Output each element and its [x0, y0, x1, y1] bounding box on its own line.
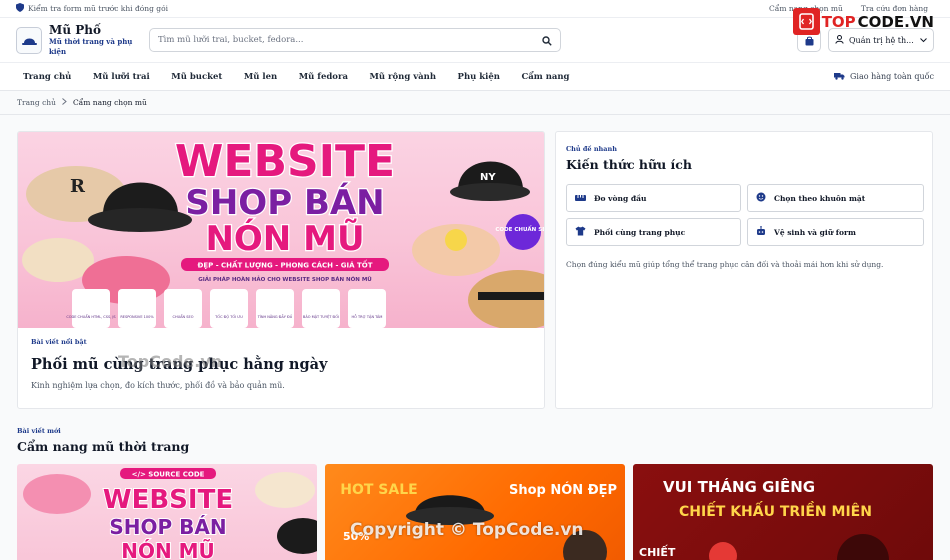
featured-title[interactable]: Phối mũ cùng trang phục hằng ngày — [31, 356, 531, 373]
topic-cleaning[interactable]: Vệ sinh và giữ form — [747, 218, 924, 246]
watermark-copyright: Copyright © TopCode.vn — [350, 520, 584, 540]
search-icon[interactable] — [542, 31, 552, 50]
brand[interactable]: Mũ Phố Mũ thời trang và phụ kiện — [16, 23, 148, 57]
utility-notice-text: Kiểm tra form mũ trước khi đóng gói — [28, 4, 168, 13]
banner-subtitle: GIẢI PHÁP HOÀN HẢO CHO WEBSITE SHOP BÁN … — [198, 275, 372, 283]
card-2-line-1: Shop NÓN ĐẸP — [509, 482, 617, 498]
card-1-line-1: WEBSITE — [103, 485, 233, 515]
robot-icon — [756, 226, 766, 238]
svg-text:R: R — [70, 176, 86, 197]
feature-tile-3: CHUẨN SEO — [173, 314, 194, 319]
shirt-icon — [575, 226, 586, 238]
banner-line-1: WEBSITE — [175, 136, 395, 187]
feature-tile-2: RESPONSIVE 100% — [120, 315, 154, 319]
section-eyebrow: Bài viết mới — [17, 427, 61, 435]
brand-tagline: Mũ thời trang và phụ kiện — [49, 37, 133, 56]
chevron-right-icon — [62, 98, 67, 107]
quick-topics-card: Chủ đề nhanh Kiến thức hữu ích Đo vòng đ… — [555, 131, 933, 409]
utility-notice: Kiểm tra form mũ trước khi đóng gói — [16, 3, 168, 14]
card-2-tag: HOT SALE — [340, 482, 417, 498]
shield-icon — [16, 3, 24, 14]
feature-tile-4: TỐC ĐỘ TỐI ƯU — [214, 314, 243, 319]
shipping-info: Giao hàng toàn quốc — [834, 72, 934, 82]
main-nav: Trang chủ Mũ lưỡi trai Mũ bucket Mũ len … — [0, 63, 950, 91]
card-1-line-3: NÓN MŨ — [121, 539, 215, 560]
sidebar-eyebrow: Chủ đề nhanh — [566, 145, 617, 153]
breadcrumb-current: Cẩm nang chọn mũ — [72, 98, 147, 107]
shipping-text: Giao hàng toàn quốc — [850, 72, 934, 81]
feature-tile-6: BẢO MẬT TUYỆT ĐỐI — [303, 314, 339, 319]
nav-item-caps[interactable]: Mũ lưỡi trai — [86, 72, 150, 82]
nav-item-beanie[interactable]: Mũ len — [237, 72, 277, 82]
search-input[interactable] — [158, 35, 542, 45]
nav-item-fedora[interactable]: Mũ fedora — [292, 72, 348, 82]
topic-outfit[interactable]: Phối cùng trang phục — [566, 218, 741, 246]
banner-badge: CODE CHUẨN SEO — [495, 225, 545, 233]
user-icon — [835, 34, 844, 46]
watermark-center: TopCode.vn — [118, 352, 223, 371]
nav-item-bucket[interactable]: Mũ bucket — [164, 72, 222, 82]
sidebar-title: Kiến thức hữu ích — [566, 157, 692, 172]
hat-logo-icon — [16, 26, 43, 54]
watermark-logo-rest: CODE.VN — [857, 12, 934, 31]
feature-tiles — [72, 289, 386, 328]
nav-item-home[interactable]: Trang chủ — [16, 72, 71, 82]
topic-label: Phối cùng trang phục — [594, 227, 686, 237]
smile-icon — [756, 192, 766, 204]
featured-banner-image: R NY WEBSITE SHOP BÁN NÓN MŨ ĐẸP - CHẤT … — [18, 132, 545, 328]
card-3-tag: VUI THÁNG GIÊNG — [663, 477, 815, 496]
sidebar-note: Chọn đúng kiểu mũ giúp tổng thể trang ph… — [566, 260, 884, 269]
topic-measure-head[interactable]: Đo vòng đầu — [566, 184, 741, 212]
chevron-down-icon — [920, 36, 927, 45]
card-1-tag: </> SOURCE CODE — [132, 471, 205, 479]
ruler-icon — [575, 194, 586, 203]
truck-icon — [834, 72, 845, 82]
banner-line-2: SHOP BÁN — [185, 182, 384, 223]
nav-item-guide[interactable]: Cẩm nang — [514, 72, 569, 82]
topic-face-shape[interactable]: Chọn theo khuôn mặt — [747, 184, 924, 212]
topcode-watermark-logo: TOP CODE.VN — [792, 8, 934, 35]
featured-description: Kinh nghiệm lựa chọn, đo kích thước, phố… — [31, 381, 285, 390]
card-3-line-2: CHIẾT — [639, 544, 676, 559]
topic-label: Vệ sinh và giữ form — [774, 227, 856, 237]
feature-tile-7: HỖ TRỢ TẬN TÂM — [352, 314, 383, 319]
nav-item-wide-brim[interactable]: Mũ rộng vành — [362, 72, 436, 82]
card-1-line-2: SHOP BÁN — [109, 515, 226, 539]
brand-name: Mũ Phố — [49, 23, 101, 37]
search-box — [149, 28, 561, 52]
watermark-logo-top: TOP — [821, 12, 856, 31]
card-3-line-1: CHIẾT KHẤU TRIỀN MIÊN — [679, 500, 872, 520]
article-card[interactable]: VUI THÁNG GIÊNG CHIẾT KHẤU TRIỀN MIÊN CH… — [633, 464, 933, 560]
article-card[interactable]: HOT SALE Shop NÓN ĐẸP 50% — [325, 464, 625, 560]
svg-text:NY: NY — [480, 172, 496, 183]
topic-label: Chọn theo khuôn mặt — [774, 193, 866, 203]
section-title: Cẩm nang mũ thời trang — [17, 439, 190, 454]
breadcrumb-home[interactable]: Trang chủ — [17, 98, 56, 107]
feature-tile-1: CODE CHUẨN HTML, CSS, JS — [66, 314, 116, 319]
banner-line-3: NÓN MŨ — [205, 218, 364, 259]
featured-eyebrow: Bài viết nổi bật — [31, 338, 87, 346]
topcode-logo-icon — [792, 8, 820, 35]
breadcrumb: Trang chủ Cẩm nang chọn mũ — [0, 91, 950, 115]
feature-tile-5: TÍNH NĂNG ĐẦY ĐỦ — [257, 314, 293, 319]
account-label: Quản trị hệ th... — [849, 35, 914, 45]
article-card[interactable]: </> SOURCE CODE WEBSITE SHOP BÁN NÓN MŨ — [17, 464, 317, 560]
topic-label: Đo vòng đầu — [594, 193, 647, 203]
banner-ribbon: ĐẸP - CHẤT LƯỢNG - PHONG CÁCH - GIÁ TỐT — [197, 260, 372, 270]
nav-item-accessories[interactable]: Phụ kiện — [451, 72, 500, 82]
main-content: R NY WEBSITE SHOP BÁN NÓN MŨ ĐẸP - CHẤT … — [0, 115, 950, 560]
featured-article-card[interactable]: R NY WEBSITE SHOP BÁN NÓN MŨ ĐẸP - CHẤT … — [17, 131, 545, 409]
